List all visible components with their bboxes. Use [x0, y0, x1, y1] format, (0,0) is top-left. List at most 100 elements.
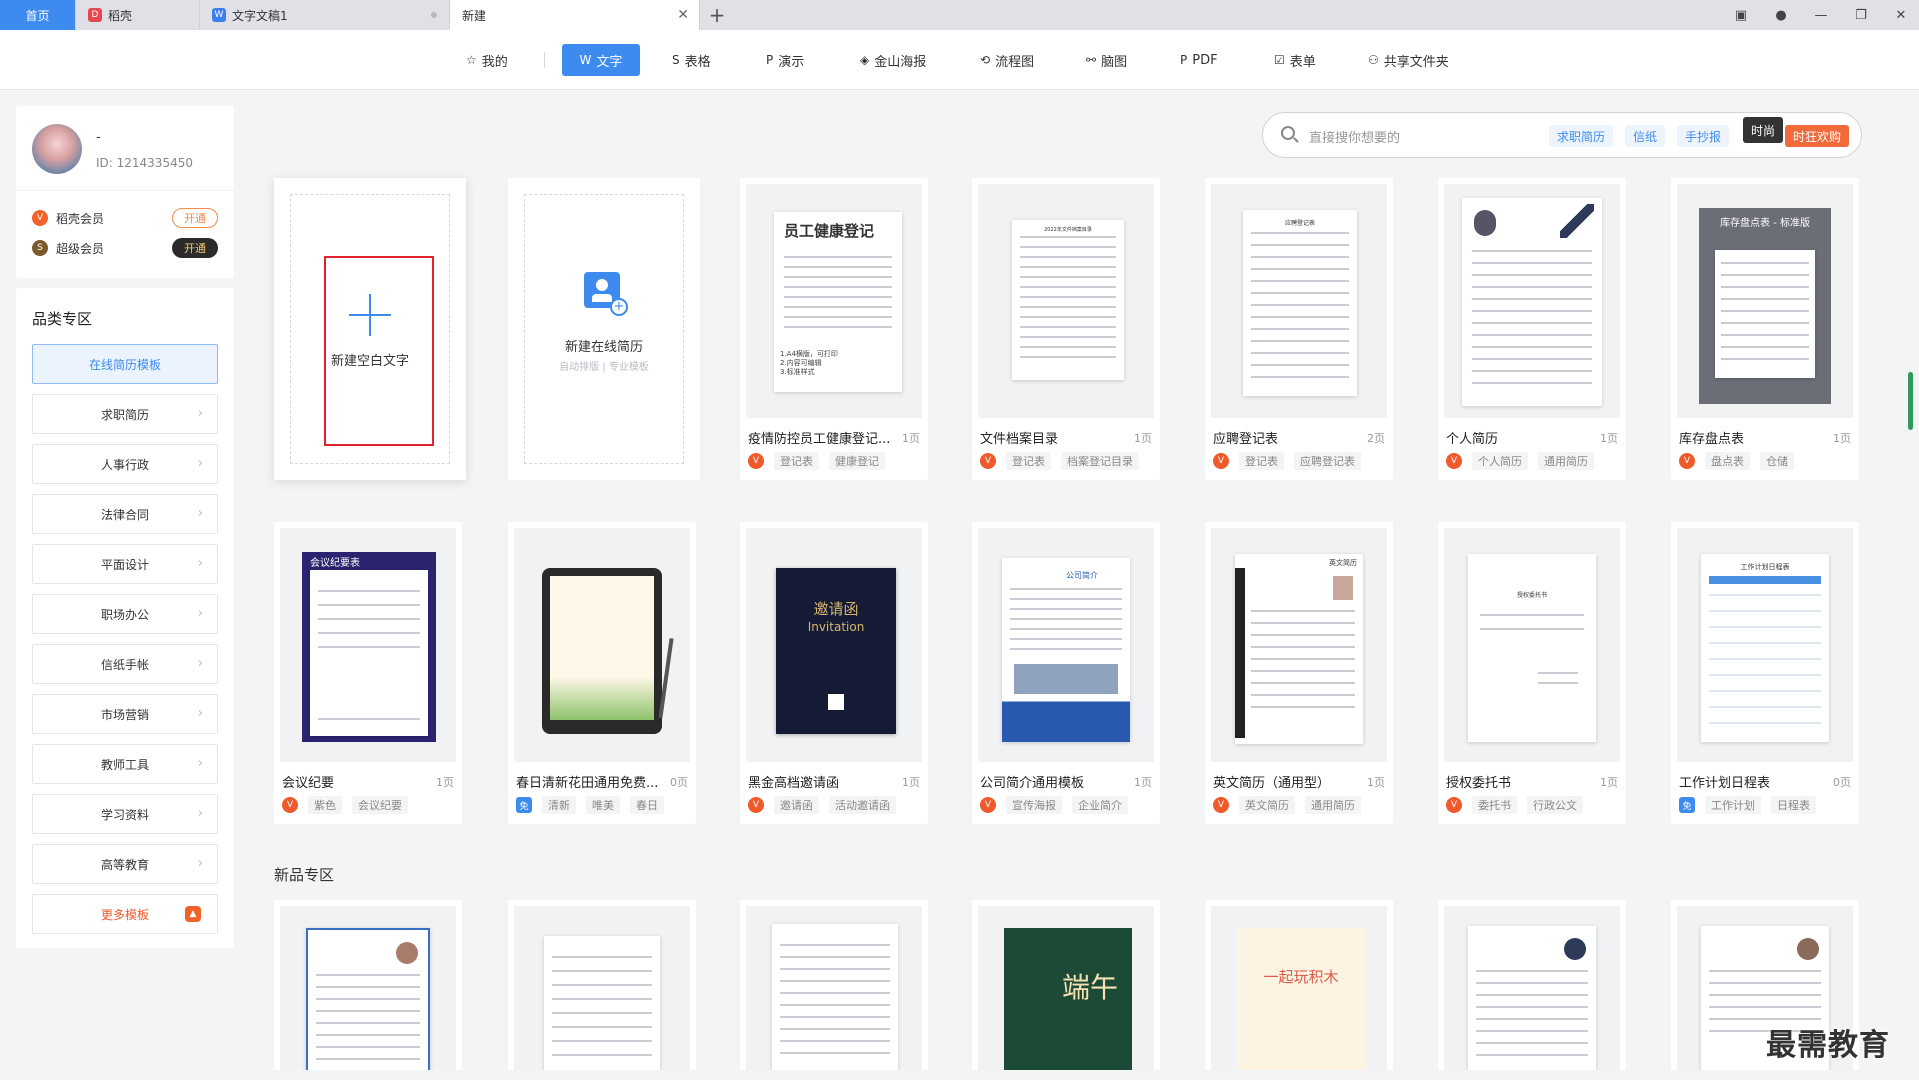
restore-icon[interactable]: ❐ — [1851, 8, 1871, 23]
tab-docer[interactable]: D 稻壳 — [76, 0, 200, 30]
template-card[interactable]: 工作计划日程表 工作计划日程表 0页 免工作计划 日程表 — [1671, 522, 1859, 824]
chevron-right-icon: › — [197, 656, 203, 671]
template-tag[interactable]: 英文简历 — [1239, 796, 1295, 814]
template-card[interactable] — [1438, 900, 1626, 1070]
category-teacher-tools[interactable]: 教师工具 › — [32, 744, 218, 784]
category-more[interactable]: 更多模板 ▲ — [32, 894, 218, 934]
search-tag[interactable]: 时狂欢购 — [1785, 125, 1850, 147]
thumb-title: 一起玩积木 — [1263, 968, 1339, 986]
docer-member-open-button[interactable]: 开通 — [172, 208, 218, 228]
template-tag[interactable]: 紫色 — [308, 796, 342, 814]
template-tag[interactable]: 通用简历 — [1305, 796, 1361, 814]
template-tag[interactable]: 会议纪要 — [352, 796, 408, 814]
template-card[interactable]: 英文简历 英文简历（通用型） 1页 V 英文简历 通用简历 — [1205, 522, 1393, 824]
template-tag[interactable]: 健康登记 — [829, 452, 885, 470]
template-tag[interactable]: 清新 — [542, 796, 576, 814]
nav-mindmap[interactable]: ⚯ 脑图 — [1076, 44, 1137, 76]
template-tag[interactable]: 日程表 — [1771, 796, 1816, 814]
template-card[interactable]: 应聘登记表 应聘登记表 2页 V 登记表 应聘登记表 — [1205, 178, 1393, 480]
nav-shared-folder[interactable]: ⚇ 共享文件夹 — [1358, 44, 1459, 76]
category-label: 信纸手帐 — [100, 657, 149, 672]
template-tag[interactable]: 盘点表 — [1705, 452, 1750, 470]
template-card[interactable]: 春日清新花田通用免费... 0页 免清新 唯美 春日 — [508, 522, 696, 824]
category-legal-contract[interactable]: 法律合同 › — [32, 494, 218, 534]
template-card[interactable]: 员工健康登记 1.A4横版，可打印 2.内容可编辑 3.标准样式 疫情防控员工健… — [740, 178, 928, 480]
template-card[interactable]: 授权委托书 授权委托书 1页 V 委托书 行政公文 — [1438, 522, 1626, 824]
divider — [16, 190, 234, 191]
template-card[interactable]: 个人简历 1页 V 个人简历 通用简历 — [1438, 178, 1626, 480]
template-tag[interactable]: 活动邀请函 — [829, 796, 896, 814]
template-card[interactable]: 公司简介 公司简介通用模板 1页 V 宣传海报 企业简介 — [972, 522, 1160, 824]
template-tag[interactable]: 邀请函 — [774, 796, 819, 814]
new-blank-doc-card[interactable]: 新建空白文字 — [274, 178, 466, 480]
template-card[interactable]: 邀请函 Invitation 黑金高档邀请函 1页 V 邀请函 活动邀请函 — [740, 522, 928, 824]
template-tag[interactable]: 委托书 — [1472, 796, 1517, 814]
template-tag[interactable]: 档案登记目录 — [1061, 452, 1139, 470]
search-tag[interactable]: 手抄报 — [1677, 125, 1730, 147]
template-card[interactable]: 端午 — [972, 900, 1160, 1070]
template-tag[interactable]: 登记表 — [1239, 452, 1284, 470]
template-tag[interactable]: 应聘登记表 — [1294, 452, 1361, 470]
template-tag[interactable]: 春日 — [630, 796, 664, 814]
template-tag[interactable]: 登记表 — [1006, 452, 1051, 470]
avatar[interactable] — [32, 124, 82, 174]
template-card[interactable]: 库存盘点表 - 标准版 库存盘点表 1页 V 盘点表 仓储 — [1671, 178, 1859, 480]
search-input[interactable]: 直接搜你想要的 — [1309, 127, 1400, 146]
category-job-resume[interactable]: 求职简历 › — [32, 394, 218, 434]
nav-mine[interactable]: ☆ 我的 — [456, 44, 518, 76]
category-study[interactable]: 学习资料 › — [32, 794, 218, 834]
template-card[interactable]: 一起玩积木 — [1205, 900, 1393, 1070]
nav-writer[interactable]: W 文字 — [562, 44, 640, 76]
nav-form[interactable]: ☑ 表单 — [1264, 44, 1326, 76]
template-card[interactable]: 会议纪要表 会议纪要 1页 V 紫色 会议纪要 — [274, 522, 462, 824]
category-graphic-design[interactable]: 平面设计 › — [32, 544, 218, 584]
template-tag[interactable]: 仓储 — [1760, 452, 1794, 470]
template-tag[interactable]: 登记表 — [774, 452, 819, 470]
category-marketing[interactable]: 市场营销 › — [32, 694, 218, 734]
nav-flowchart[interactable]: ⟲ 流程图 — [970, 44, 1044, 76]
avatar-small-icon[interactable]: ● — [1771, 8, 1791, 23]
search-tag[interactable]: 求职简历 — [1549, 125, 1614, 147]
category-letter-paper[interactable]: 信纸手帐 › — [32, 644, 218, 684]
template-tag[interactable]: 行政公文 — [1527, 796, 1583, 814]
nav-sheet[interactable]: S 表格 — [662, 44, 721, 76]
category-higher-education[interactable]: 高等教育 › — [32, 844, 218, 884]
template-tag[interactable]: 工作计划 — [1705, 796, 1761, 814]
search-tag[interactable]: 时尚 — [1743, 117, 1784, 143]
qr-code-icon — [828, 694, 844, 710]
close-window-icon[interactable]: ✕ — [1891, 8, 1911, 23]
template-card[interactable] — [274, 900, 462, 1070]
template-card[interactable]: 2022年文件档案目录 文件档案目录 1页 V 登记表 档案登记目录 — [972, 178, 1160, 480]
minimize-icon[interactable]: — — [1811, 8, 1831, 23]
search-tag[interactable]: 信纸 — [1625, 125, 1666, 147]
thumb-title: 员工健康登记 — [784, 222, 875, 240]
template-search[interactable]: 直接搜你想要的 求职简历 信纸 手抄报 时尚 时狂欢购 — [1262, 112, 1862, 158]
add-tab-button[interactable]: + — [700, 0, 734, 30]
vip-badge-icon: V — [748, 797, 764, 813]
template-tag[interactable]: 企业简介 — [1072, 796, 1128, 814]
close-tab-icon[interactable]: ✕ — [677, 7, 689, 23]
scrollbar-thumb[interactable] — [1908, 372, 1913, 430]
table-header — [1709, 576, 1821, 584]
new-online-resume-card[interactable]: + 新建在线简历 自动排版 | 专业模板 — [508, 178, 700, 480]
nav-slides[interactable]: P 演示 — [756, 44, 814, 76]
template-tag[interactable]: 唯美 — [586, 796, 620, 814]
category-hr-admin[interactable]: 人事行政 › — [32, 444, 218, 484]
template-card[interactable] — [508, 900, 696, 1070]
tab-new[interactable]: 新建 ✕ — [450, 0, 700, 30]
nav-pdf[interactable]: P PDF — [1170, 44, 1228, 76]
category-office[interactable]: 职场办公 › — [32, 594, 218, 634]
tab-home[interactable]: 首页 — [0, 0, 76, 30]
unsaved-dot-icon — [431, 12, 437, 18]
workspace-icon[interactable]: ▣ — [1731, 8, 1751, 23]
category-online-resume[interactable]: 在线简历模板 — [32, 344, 218, 384]
super-member-open-button[interactable]: 开通 — [172, 238, 218, 258]
template-tag[interactable]: 通用简历 — [1538, 452, 1594, 470]
template-tag[interactable]: 个人简历 — [1472, 452, 1528, 470]
new-items-section-title: 新品专区 — [274, 866, 335, 884]
template-card[interactable] — [740, 900, 928, 1070]
nav-poster[interactable]: ◈ 金山海报 — [850, 44, 936, 76]
template-tag[interactable]: 宣传海报 — [1006, 796, 1062, 814]
new-resume-sub: 自动排版 | 专业模板 — [559, 362, 649, 373]
tab-document1[interactable]: W 文字文稿1 — [200, 0, 450, 30]
